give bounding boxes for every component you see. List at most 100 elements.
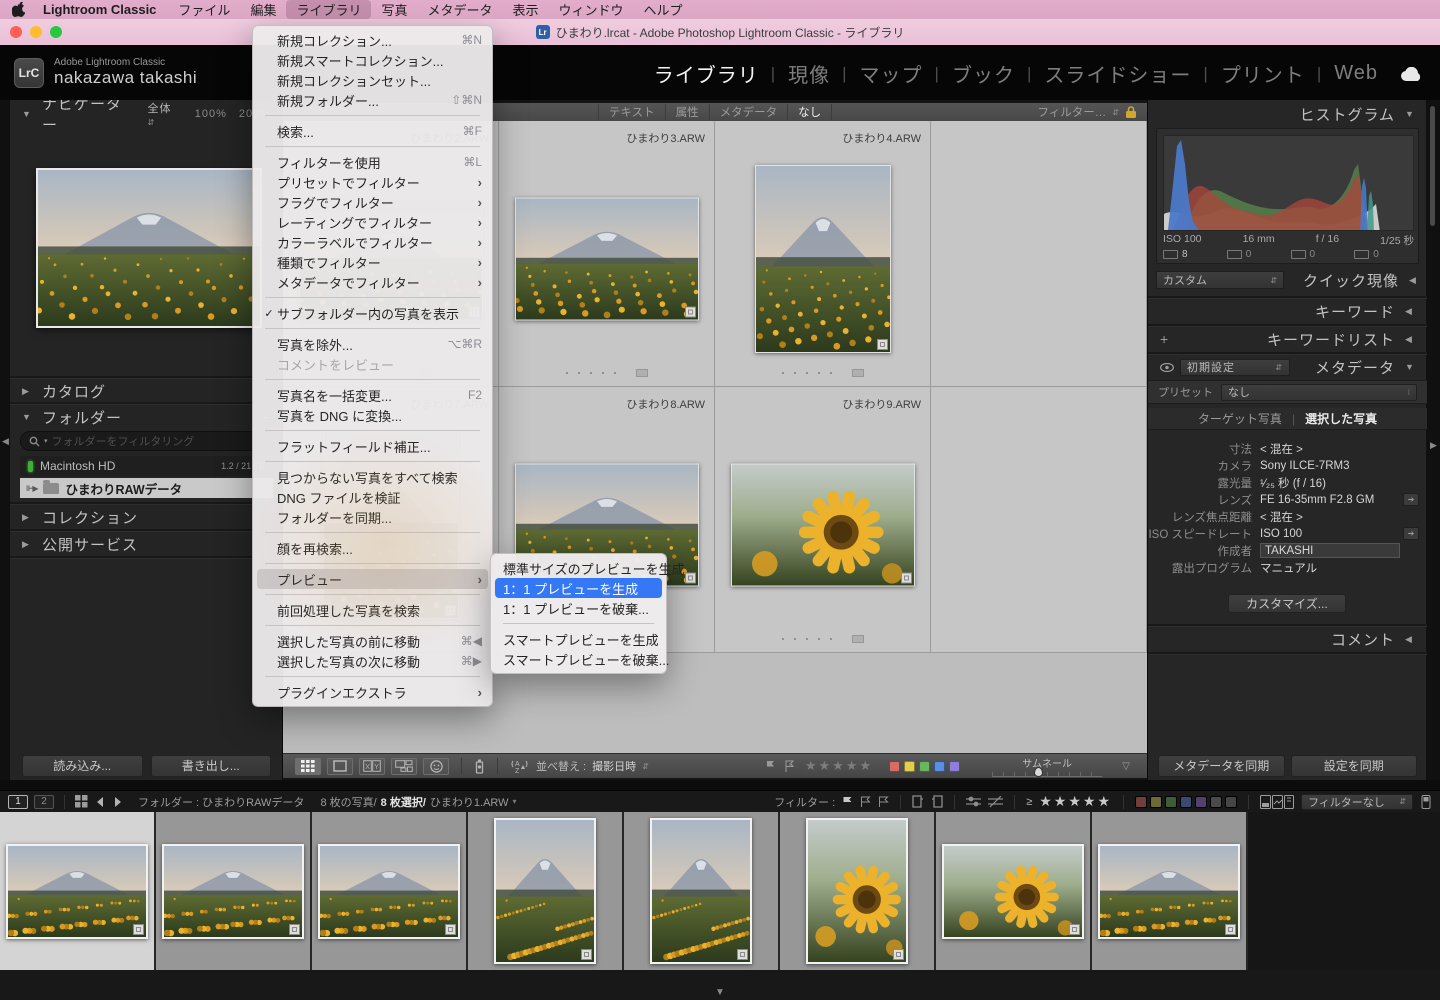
rating-dot-icon[interactable] [806, 372, 808, 374]
disclosure-triangle-icon[interactable]: ▼ [1405, 109, 1415, 119]
filmstrip-cell[interactable] [1092, 812, 1248, 970]
sort-value-arrows-icon[interactable]: ⇵ [642, 762, 649, 771]
menu-item-選択した写真の前に移動[interactable]: 選択した写真の前に移動⌘◀ [257, 631, 488, 651]
menubar-item-メタデータ[interactable]: メタデータ [417, 0, 502, 19]
filter-color-chip[interactable] [1150, 796, 1162, 808]
module-tab-マップ[interactable]: マップ [860, 59, 923, 88]
filmstrip-source-info[interactable]: フォルダー : ひまわりRAWデータ 8 枚の写真/ 8 枚選択/ ひまわり1.… [138, 794, 517, 810]
filmstrip-cell[interactable] [468, 812, 624, 970]
menu-item-新規フォルダー[interactable]: 新規フォルダー...⇧⌘N [257, 90, 488, 110]
selected-photos-tab[interactable]: 選択した写真 [1305, 410, 1377, 427]
adjustment-badge-icon[interactable] [1069, 924, 1080, 935]
module-tab-ライブラリ[interactable]: ライブラリ [654, 59, 759, 88]
source-chevron-icon[interactable]: ▾ [513, 797, 517, 806]
rating-dot-icon[interactable] [782, 372, 784, 374]
color-label-chip[interactable] [919, 761, 930, 772]
grid-cell[interactable] [931, 121, 1147, 387]
rating-operator[interactable]: ≥ [1026, 796, 1032, 808]
edit-status-edited-icon[interactable] [966, 796, 981, 808]
filmstrip-rating-stars[interactable]: ★★★★★ [1039, 793, 1112, 810]
filmstrip-cell[interactable] [780, 812, 936, 970]
volume-row[interactable]: Macintosh HD 1.2 / 21 TB [20, 456, 273, 476]
rating-dot-icon[interactable] [794, 372, 796, 374]
copy-status-master-icon[interactable] [912, 795, 924, 808]
module-tab-スライドショー[interactable]: スライドショー [1044, 59, 1191, 88]
filmstrip-thumbnail[interactable] [806, 818, 908, 964]
filmstrip-cell[interactable] [156, 812, 312, 970]
filter-bar-item-メタデータ[interactable]: メタデータ [709, 104, 788, 120]
catalog-header[interactable]: ▶カタログ [10, 380, 283, 402]
metadata-header[interactable]: 初期設定⇵ メタデータ▼ [1148, 356, 1427, 378]
filter-color-chip[interactable] [1180, 796, 1192, 808]
navigator-preview-image[interactable] [36, 168, 262, 328]
photo-thumbnail[interactable] [731, 463, 915, 586]
menu-item-フォルダーを同期[interactable]: フォルダーを同期... [257, 507, 488, 527]
filmstrip-thumbnail[interactable] [650, 818, 752, 964]
menu-item-DNG ファイルを検証[interactable]: DNG ファイルを検証 [257, 487, 488, 507]
menubar-item-ヘルプ[interactable]: ヘルプ [634, 0, 693, 19]
rating-dot-icon[interactable] [806, 638, 808, 640]
metadata-action-button[interactable]: ➔ [1403, 493, 1419, 506]
copy-status-virtual-icon[interactable] [931, 795, 943, 808]
filmstrip-cell[interactable] [312, 812, 468, 970]
filmstrip-thumbnail[interactable] [942, 844, 1084, 939]
compare-view-button[interactable]: XY [359, 758, 385, 775]
loupe-view-button[interactable] [327, 758, 353, 775]
survey-view-button[interactable] [391, 758, 417, 775]
menu-item-選択した写真の次に移動[interactable]: 選択した写真の次に移動⌘▶ [257, 651, 488, 671]
menu-item-サブフォルダー内の写真を表示[interactable]: ✓サブフォルダー内の写真を表示 [257, 303, 488, 323]
filter-color-chip[interactable] [1225, 796, 1237, 808]
photo-thumbnail[interactable] [755, 165, 891, 353]
comments-header[interactable]: コメント◀ [1148, 628, 1427, 650]
adjustment-badge-icon[interactable] [685, 572, 696, 583]
menu-item-新規コレクションセット[interactable]: 新規コレクションセット... [257, 70, 488, 90]
rating-dot-icon[interactable] [830, 372, 832, 374]
color-label-icon[interactable] [852, 369, 864, 377]
edit-status-unedited-icon[interactable] [988, 796, 1003, 808]
thumbnail-size-slider[interactable] [992, 770, 1102, 777]
import-button[interactable]: 読み込み... [22, 755, 143, 777]
adjustment-badge-icon[interactable] [685, 306, 696, 317]
filter-flag-reject-icon[interactable] [878, 796, 889, 808]
filmstrip-cell[interactable] [936, 812, 1092, 970]
grid-cell[interactable] [931, 387, 1147, 653]
module-tab-ブック[interactable]: ブック [952, 59, 1015, 88]
metadata-field-value[interactable]: TAKASHI [1260, 543, 1400, 558]
rating-dot-icon[interactable] [614, 372, 616, 374]
rating-dot-icon[interactable] [782, 638, 784, 640]
toolbar-rating-stars[interactable]: ★★★★★ [805, 758, 873, 774]
folder-disclosure-icon[interactable]: ⊩▶ [26, 484, 37, 493]
nav-zoom-100[interactable]: 100% [195, 108, 227, 120]
adjustment-badge-icon[interactable] [893, 949, 904, 960]
module-tab-プリント[interactable]: プリント [1221, 59, 1305, 88]
adjustment-badge-icon[interactable] [1225, 924, 1236, 935]
adjustment-badge-icon[interactable] [289, 924, 300, 935]
publish-services-header[interactable]: ▶公開サービス [10, 533, 283, 555]
filmstrip-thumbnail[interactable] [318, 844, 460, 939]
folders-header[interactable]: ▼フォルダー− [10, 406, 283, 428]
menubar-item-写真[interactable]: 写真 [371, 0, 417, 19]
filter-switch-icon[interactable] [1420, 795, 1432, 809]
submenu-item-スマートプレビューを生成[interactable]: スマートプレビューを生成 [495, 629, 662, 649]
filter-flag-pick-icon[interactable] [842, 796, 853, 808]
filter-bar-item-属性[interactable]: 属性 [665, 104, 709, 120]
filter-color-chip[interactable] [1210, 796, 1222, 808]
filmstrip-filter-preset-dropdown[interactable]: フィルターなし⇵ [1301, 794, 1413, 810]
painter-spray-icon[interactable] [474, 758, 485, 774]
rating-dot-icon[interactable] [794, 638, 796, 640]
color-label-chip[interactable] [934, 761, 945, 772]
rating-dot-icon[interactable] [830, 638, 832, 640]
module-tab-Web[interactable]: Web [1334, 62, 1378, 85]
menu-item-前回処理した写真を検索[interactable]: 前回処理した写真を検索 [257, 600, 488, 620]
submenu-item-標準サイズのプレビューを生成[interactable]: 標準サイズのプレビューを生成 [495, 558, 662, 578]
filter-preset-arrows-icon[interactable]: ⇵ [1112, 108, 1119, 117]
histogram-chart[interactable] [1163, 135, 1414, 231]
adjustment-badge-icon[interactable] [133, 924, 144, 935]
grid-view-button[interactable] [295, 758, 321, 775]
grid-cell[interactable]: ひまわり4.ARW [715, 121, 931, 387]
filter-color-chip[interactable] [1195, 796, 1207, 808]
filmstrip-thumbnail[interactable] [1098, 844, 1240, 939]
filter-color-chip[interactable] [1135, 796, 1147, 808]
submenu-item-スマートプレビューを破棄[interactable]: スマートプレビューを破棄... [495, 649, 662, 669]
rating-dot-icon[interactable] [602, 372, 604, 374]
